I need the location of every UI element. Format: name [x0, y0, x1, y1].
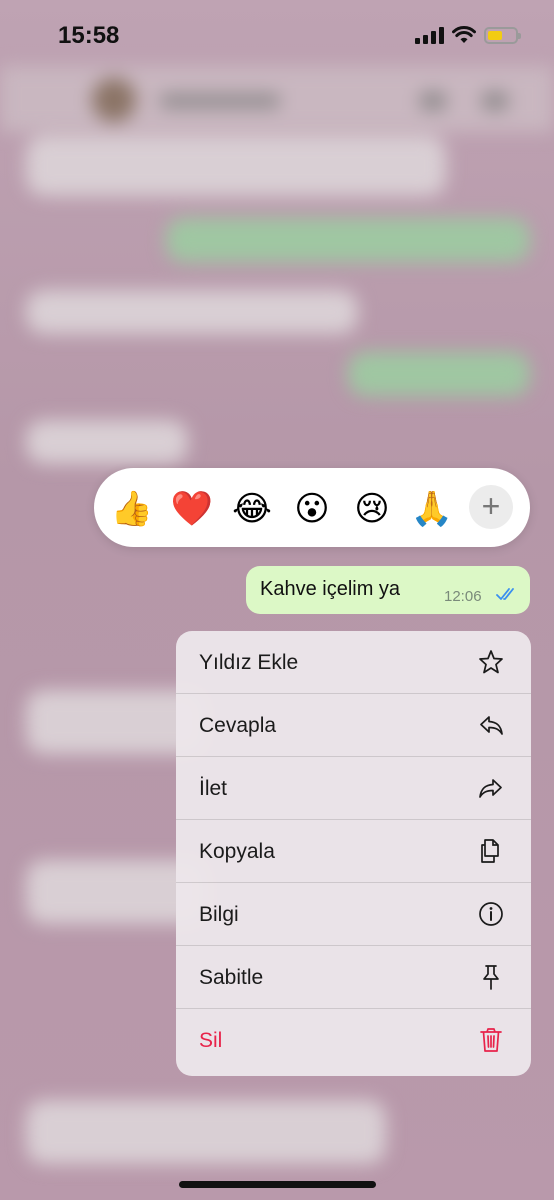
forward-icon: [479, 779, 502, 798]
menu-item-label: Yıldız Ekle: [199, 651, 299, 674]
menu-item-copy[interactable]: Kopyala: [176, 820, 531, 883]
reaction-surprised-face[interactable]: 😮: [290, 487, 334, 531]
trash-icon: [480, 1028, 502, 1052]
reply-icon: [480, 716, 503, 735]
message-text: Kahve içelim ya: [260, 578, 401, 600]
menu-item-reply[interactable]: Cevapla: [176, 694, 531, 757]
reaction-red-heart[interactable]: ❤️: [170, 487, 214, 531]
status-icons: [415, 26, 521, 44]
star-icon: [479, 650, 503, 674]
pin-icon: [483, 965, 499, 990]
reaction-tears-of-joy[interactable]: 😂: [230, 487, 274, 531]
reaction-thumbs-up[interactable]: 👍: [110, 487, 154, 531]
menu-item-label: Bilgi: [199, 903, 239, 926]
menu-item-label: İlet: [199, 777, 228, 800]
menu-item-forward[interactable]: İlet: [176, 757, 531, 820]
menu-item-label: Kopyala: [199, 840, 275, 863]
message-time: 12:06: [444, 588, 482, 605]
double-check-read-icon: [496, 588, 514, 600]
reaction-bar: 👍 ❤️ 😂 😮 😢 🙏 +: [94, 468, 530, 547]
cellular-signal-icon: [415, 26, 444, 44]
message-bubble[interactable]: Kahve içelim ya 12:06: [246, 566, 530, 614]
status-time: 15:58: [58, 22, 120, 49]
menu-item-label: Sabitle: [199, 966, 264, 989]
info-icon: [479, 902, 503, 926]
menu-item-label: Sil: [199, 1029, 223, 1052]
menu-item-star[interactable]: Yıldız Ekle: [176, 631, 531, 694]
wifi-icon: [452, 26, 476, 43]
more-reactions-button[interactable]: +: [469, 485, 513, 529]
message-context-menu: Yıldız Ekle Cevapla İlet Kopyala Bilgi S…: [176, 631, 531, 1076]
menu-item-label: Cevapla: [199, 714, 277, 737]
home-indicator[interactable]: [179, 1181, 376, 1188]
status-bar: 15:58: [0, 0, 554, 74]
reaction-folded-hands[interactable]: 🙏: [410, 487, 454, 531]
copy-icon: [481, 839, 499, 863]
menu-item-pin[interactable]: Sabitle: [176, 946, 531, 1009]
menu-item-info[interactable]: Bilgi: [176, 883, 531, 946]
battery-icon: [484, 26, 521, 44]
reaction-crying-face[interactable]: 😢: [350, 487, 394, 531]
menu-item-delete[interactable]: Sil: [176, 1009, 531, 1072]
